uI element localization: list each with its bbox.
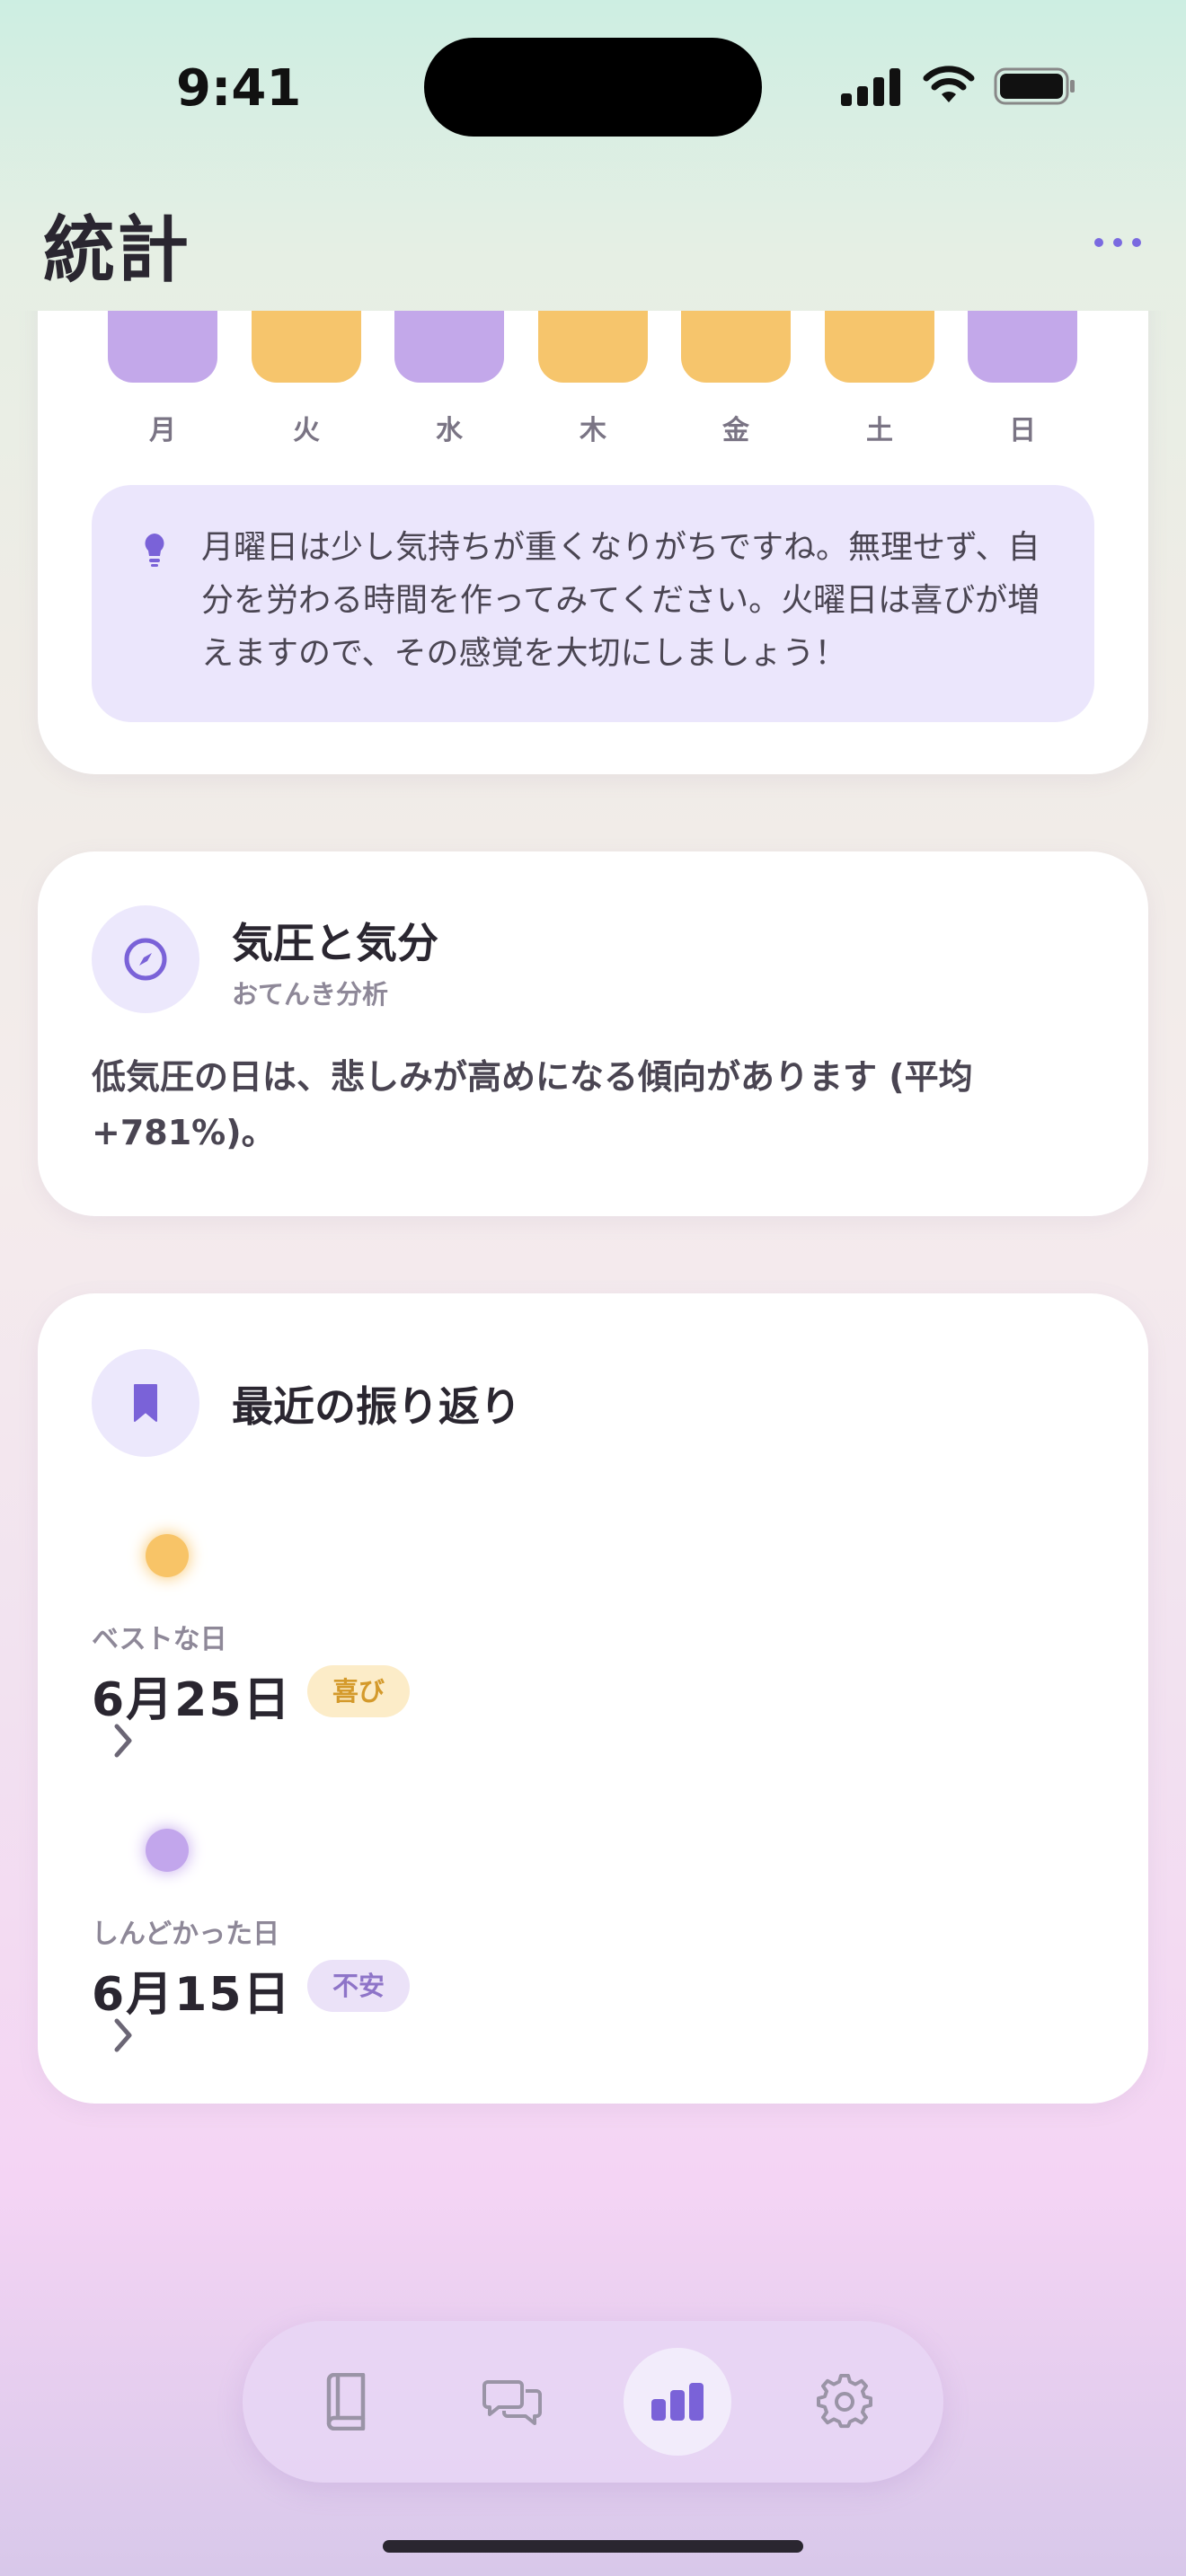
wifi-icon — [923, 66, 975, 102]
home-indicator — [383, 2540, 803, 2553]
bookmark-icon-circle — [92, 1349, 199, 1457]
book-icon — [326, 2373, 366, 2430]
battery-icon — [994, 67, 1075, 105]
card-title: 気圧と気分 — [232, 919, 438, 967]
insight-box: 月曜日は少し気持ちが重くなりがちですね。無理せず、自分を労わる時間を作ってみてく… — [92, 485, 1094, 722]
weekday-bar — [968, 311, 1077, 383]
weekday-bar — [825, 311, 934, 383]
gear-icon — [817, 2374, 872, 2429]
weekday-label: 木 — [580, 415, 606, 446]
weekday-bars — [108, 311, 1078, 383]
weekday-label: 金 — [722, 415, 749, 446]
chevron-right-icon[interactable] — [110, 2017, 137, 2053]
weekday-label: 日 — [1009, 415, 1036, 446]
emotion-badge: 喜び — [307, 1665, 411, 1717]
status-time: 9:41 — [176, 59, 302, 118]
insight-text: 月曜日は少し気持ちが重くなりがちですね。無理せず、自分を労わる時間を作ってみてく… — [201, 529, 1040, 672]
dot — [1094, 238, 1103, 247]
weekday-label: 火 — [293, 415, 320, 446]
mood-dot-joy — [146, 1534, 189, 1577]
dot — [1113, 238, 1122, 247]
pressure-mood-card: 気圧と気分 おてんき分析 低気圧の日は、悲しみが高めになる傾向があります (平均… — [38, 851, 1148, 1216]
item-label: しんどかった日 — [92, 1919, 280, 1950]
tab-stats[interactable] — [624, 2348, 731, 2456]
weekday-bar — [681, 311, 791, 383]
weekday-bar — [108, 311, 217, 383]
lightbulb-icon — [145, 534, 164, 567]
bookmark-icon — [134, 1384, 157, 1422]
compass-icon — [124, 938, 167, 981]
emotion-badge: 不安 — [307, 1960, 411, 2012]
tab-journal[interactable] — [291, 2348, 399, 2456]
status-bar: 9:41 — [0, 0, 1186, 162]
pressure-insight-text: 低気圧の日は、悲しみが高めになる傾向があります (平均 +781%)。 — [92, 1057, 973, 1152]
dot — [1132, 238, 1141, 247]
weekday-bar — [252, 311, 361, 383]
scroll-content[interactable]: 月 火 水 木 金 土 日 月曜日は少し気持ちが重くなりがちですね。無理せず、自分を労わる時… — [0, 311, 1186, 2576]
mood-dot-anxiety — [146, 1829, 189, 1872]
weekday-bar — [394, 311, 504, 383]
item-date: 6月25日 — [92, 1673, 292, 1727]
weekday-label: 月 — [149, 415, 176, 446]
chat-bubbles-icon — [482, 2380, 542, 2425]
recent-reflection-card: 最近の振り返り ベストな日 6月25日 喜び しんどかった日 6月15日 不安 — [38, 1293, 1148, 2104]
card-title: 最近の振り返り — [232, 1382, 521, 1431]
item-label: ベストな日 — [92, 1624, 227, 1655]
weekday-mood-card: 月 火 水 木 金 土 日 月曜日は少し気持ちが重くなりがちですね。無理せず、自分を労わる時… — [38, 311, 1148, 774]
page-title: 統計 — [43, 208, 190, 292]
tab-chat[interactable] — [458, 2348, 566, 2456]
cellular-signal-icon — [841, 66, 902, 106]
dynamic-island — [424, 38, 762, 137]
card-subtitle: おてんき分析 — [232, 979, 389, 1010]
item-date: 6月15日 — [92, 1968, 292, 2022]
tab-bar — [243, 2321, 943, 2483]
compass-icon-circle — [92, 905, 199, 1013]
more-options-button[interactable] — [1089, 225, 1146, 260]
weekday-label: 土 — [866, 415, 893, 446]
tab-settings[interactable] — [791, 2348, 898, 2456]
nav-header: 統計 — [0, 162, 1186, 311]
chevron-right-icon[interactable] — [110, 1723, 137, 1759]
weekday-label: 水 — [436, 415, 463, 446]
weekday-bar — [538, 311, 648, 383]
bar-chart-icon — [651, 2383, 704, 2421]
